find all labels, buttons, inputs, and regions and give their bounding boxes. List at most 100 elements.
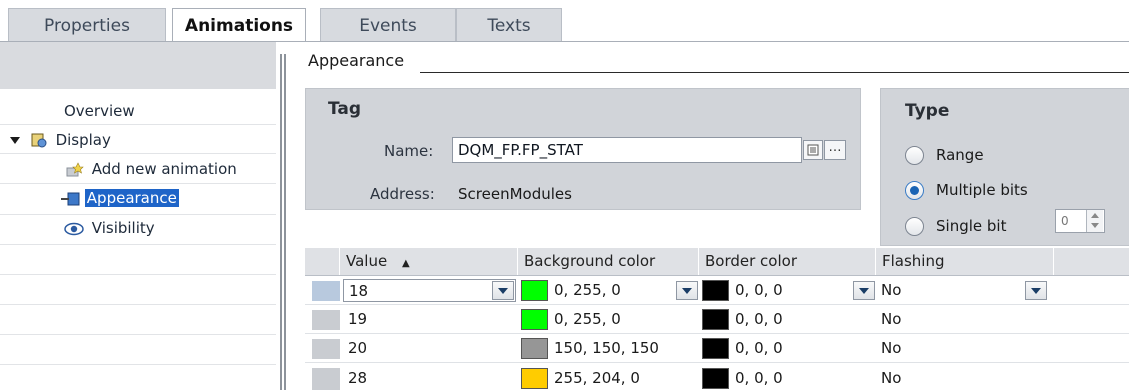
table-row[interactable]: 19 0, 255, 0 0, 0, 0 No [305, 305, 1129, 334]
name-label: Name: [384, 142, 434, 160]
value-dropdown-button[interactable] [492, 281, 514, 300]
nav-item-label: Add new animation [91, 160, 237, 178]
appearance-editor: Appearance Tag Name: DQM_FP.FP_STAT … Ad… [290, 42, 1129, 390]
bg-color-dropdown-button[interactable] [676, 281, 698, 300]
value-cell: 18 [349, 282, 369, 300]
single-bit-spinner[interactable]: 0 [1055, 209, 1105, 233]
nav-divider [0, 183, 276, 184]
nav-divider [0, 214, 276, 215]
animation-nav-tree: Overview Display Add new animation Appea… [0, 42, 276, 390]
radio-range-label: Range [936, 146, 984, 164]
tab-events[interactable]: Events [320, 8, 456, 42]
tag-panel: Tag Name: DQM_FP.FP_STAT … Address: Scre… [305, 88, 861, 210]
bg-color-swatch[interactable] [521, 338, 548, 359]
radio-multiple-bits[interactable] [905, 181, 924, 200]
radio-single-bit-label: Single bit [936, 217, 1007, 235]
row-selector[interactable] [312, 368, 340, 390]
nav-item-label: Appearance [84, 189, 179, 207]
table-row[interactable]: 20 150, 150, 150 0, 0, 0 No [305, 334, 1129, 363]
pane-splitter[interactable] [276, 42, 290, 390]
radio-range[interactable] [905, 146, 924, 165]
border-color-swatch[interactable] [702, 338, 729, 359]
nav-divider [0, 124, 276, 125]
border-color-cell: 0, 0, 0 [735, 281, 783, 299]
spin-buttons[interactable] [1086, 210, 1103, 232]
type-panel: Type Range Multiple bits Single bit 0 [880, 88, 1129, 246]
border-color-swatch[interactable] [702, 309, 729, 330]
col-header-label: Value [346, 252, 388, 270]
nav-item-add-new-animation[interactable]: Add new animation [66, 160, 237, 178]
bg-color-swatch[interactable] [521, 368, 548, 389]
chevron-down-icon [1031, 288, 1041, 294]
value-cell[interactable]: 28 [348, 369, 367, 387]
nav-divider [0, 274, 276, 275]
col-header-border-color[interactable]: Border color [699, 248, 876, 275]
border-color-swatch[interactable] [702, 280, 729, 301]
radio-multiple-bits-label: Multiple bits [936, 181, 1028, 199]
table-row[interactable]: 28 255, 204, 0 0, 0, 0 No [305, 363, 1129, 392]
nav-header-band [0, 42, 276, 89]
tab-animations[interactable]: Animations [172, 8, 306, 43]
spin-down-icon[interactable] [1091, 223, 1099, 228]
chevron-down-icon [682, 288, 692, 294]
tag-list-button[interactable] [803, 140, 823, 160]
bg-color-cell[interactable]: 255, 204, 0 [554, 369, 640, 387]
tab-texts[interactable]: Texts [456, 8, 562, 42]
value-edit-field[interactable]: 18 [343, 279, 516, 302]
col-header-flashing[interactable]: Flashing [876, 248, 1054, 275]
nav-item-visibility[interactable]: Visibility [64, 219, 155, 237]
spin-up-icon[interactable] [1091, 213, 1099, 218]
bg-color-cell: 0, 255, 0 [554, 281, 621, 299]
section-rule [420, 72, 1129, 73]
bg-color-cell[interactable]: 150, 150, 150 [554, 339, 659, 357]
single-bit-value: 0 [1061, 214, 1069, 228]
flashing-cell[interactable]: No [881, 369, 901, 387]
add-animation-icon [66, 161, 84, 178]
splitter-grip [284, 54, 286, 390]
bg-color-swatch[interactable] [521, 280, 548, 301]
flashing-cell: No [881, 281, 902, 299]
tab-strip: Properties Animations Events Texts [0, 0, 1129, 43]
nav-divider [0, 334, 276, 335]
tab-properties[interactable]: Properties [8, 8, 166, 42]
appearance-table: Value ▲ Background color Border color Fl… [305, 248, 1129, 390]
border-color-dropdown-button[interactable] [853, 281, 875, 300]
table-row[interactable]: 18 0, 255, 0 0, 0, 0 No [305, 276, 1129, 305]
row-selector[interactable] [312, 281, 340, 301]
nav-item-overview[interactable]: Overview [64, 102, 135, 120]
bg-color-cell[interactable]: 0, 255, 0 [554, 310, 621, 328]
border-color-cell[interactable]: 0, 0, 0 [735, 369, 783, 387]
flashing-cell[interactable]: No [881, 339, 901, 357]
display-folder-icon [31, 133, 47, 149]
type-panel-title: Type [905, 101, 950, 121]
row-selector[interactable] [312, 339, 340, 359]
value-cell[interactable]: 19 [348, 310, 367, 328]
nav-item-display[interactable]: Display [10, 131, 111, 149]
section-title: Appearance [308, 51, 405, 70]
tag-panel-title: Tag [328, 99, 362, 119]
col-header-empty [1054, 248, 1129, 275]
bg-color-swatch[interactable] [521, 309, 548, 330]
list-icon [807, 144, 819, 156]
col-header-value[interactable]: Value ▲ [340, 248, 518, 275]
col-header-background-color[interactable]: Background color [518, 248, 699, 275]
table-header: Value ▲ Background color Border color Fl… [305, 248, 1129, 276]
chevron-down-icon [498, 288, 508, 294]
nav-divider [0, 364, 276, 365]
border-color-swatch[interactable] [702, 368, 729, 389]
value-cell[interactable]: 20 [348, 339, 367, 357]
expand-arrow-icon[interactable] [10, 137, 20, 144]
flashing-cell[interactable]: No [881, 310, 901, 328]
nav-item-label: Display [55, 131, 111, 149]
sort-ascending-icon: ▲ [401, 258, 410, 269]
border-color-cell[interactable]: 0, 0, 0 [735, 339, 783, 357]
border-color-cell[interactable]: 0, 0, 0 [735, 310, 783, 328]
nav-divider [0, 304, 276, 305]
tag-browse-button[interactable]: … [824, 140, 846, 160]
nav-divider [0, 244, 276, 245]
flashing-dropdown-button[interactable] [1025, 281, 1047, 300]
nav-item-appearance[interactable]: Appearance [60, 189, 179, 207]
tag-name-field[interactable]: DQM_FP.FP_STAT [452, 137, 802, 163]
radio-single-bit[interactable] [905, 217, 924, 236]
row-selector[interactable] [312, 310, 340, 330]
